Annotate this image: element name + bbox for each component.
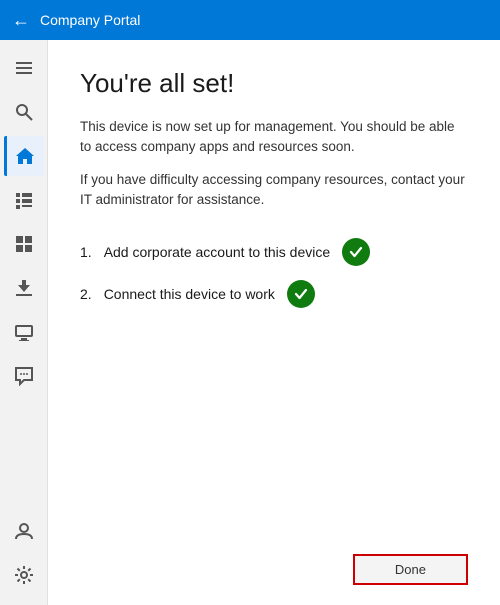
checklist-item-1: 1. Add corporate account to this device — [80, 238, 468, 266]
check-icon-1 — [348, 244, 364, 260]
footer: Done — [80, 534, 468, 585]
sidebar-item-grid[interactable] — [4, 224, 44, 264]
sidebar-bottom — [4, 511, 44, 605]
back-button[interactable]: ← — [12, 10, 30, 31]
list-icon — [14, 190, 34, 210]
sidebar — [0, 40, 48, 605]
checklist-item-1-number: 1. — [80, 244, 92, 260]
checklist-item-2-check — [287, 280, 315, 308]
sidebar-item-list[interactable] — [4, 180, 44, 220]
settings-icon — [14, 565, 34, 585]
app-title: Company Portal — [40, 12, 140, 28]
check-icon-2 — [293, 286, 309, 302]
checklist-item-2-number: 2. — [80, 286, 92, 302]
done-button[interactable]: Done — [353, 554, 468, 585]
chat-icon — [14, 366, 34, 386]
app-body: You're all set! This device is now set u… — [0, 40, 500, 605]
device-icon — [14, 322, 34, 342]
top-bar: ← Company Portal — [0, 0, 500, 40]
sidebar-item-search[interactable] — [4, 92, 44, 132]
checklist-item-1-label: Add corporate account to this device — [104, 244, 330, 260]
search-icon — [14, 102, 34, 122]
sidebar-item-settings[interactable] — [4, 555, 44, 595]
home-icon — [15, 146, 35, 166]
sidebar-item-chat[interactable] — [4, 356, 44, 396]
sidebar-item-account[interactable] — [4, 511, 44, 551]
checklist: 1. Add corporate account to this device … — [80, 238, 468, 308]
sidebar-item-download[interactable] — [4, 268, 44, 308]
page-title: You're all set! — [80, 68, 468, 99]
download-icon — [14, 278, 34, 298]
description-1: This device is now set up for management… — [80, 117, 468, 158]
checklist-item-2: 2. Connect this device to work — [80, 280, 468, 308]
sidebar-item-hamburger[interactable] — [4, 48, 44, 88]
sidebar-item-device[interactable] — [4, 312, 44, 352]
account-icon — [14, 521, 34, 541]
grid-icon — [14, 234, 34, 254]
checklist-item-1-check — [342, 238, 370, 266]
main-content: You're all set! This device is now set u… — [48, 40, 500, 605]
description-2: If you have difficulty accessing company… — [80, 170, 468, 211]
sidebar-item-home[interactable] — [4, 136, 44, 176]
checklist-item-2-label: Connect this device to work — [104, 286, 275, 302]
hamburger-icon — [14, 58, 34, 78]
